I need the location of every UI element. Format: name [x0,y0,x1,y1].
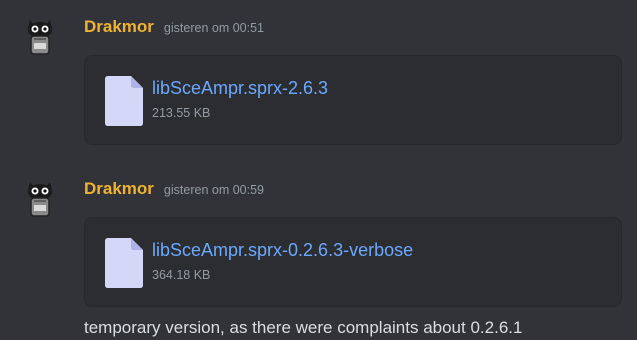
file-attachment: libSceAmpr.sprx-0.2.6.3-verbose 364.18 K… [84,217,622,307]
avatar[interactable] [20,17,60,57]
file-icon [105,76,143,126]
message-header: Drakmor gisteren om 00:59 [84,179,264,201]
avatar-cat-icon [20,17,60,57]
file-size: 364.18 KB [152,268,211,282]
username[interactable]: Drakmor [84,179,154,199]
avatar-cat-icon [20,179,60,219]
avatar[interactable] [20,179,60,219]
timestamp: gisteren om 00:51 [163,21,264,35]
file-attachment: libSceAmpr.sprx-2.6.3 213.55 KB [84,55,622,145]
file-size: 213.55 KB [152,106,211,120]
message-text: temporary version, as there were complai… [84,318,523,337]
file-name-link[interactable]: libSceAmpr.sprx-0.2.6.3-verbose [152,240,413,261]
message-header: Drakmor gisteren om 00:51 [84,17,264,39]
timestamp: gisteren om 00:59 [163,183,264,197]
file-name-link[interactable]: libSceAmpr.sprx-2.6.3 [152,78,328,99]
file-icon [105,238,143,288]
username[interactable]: Drakmor [84,17,154,37]
